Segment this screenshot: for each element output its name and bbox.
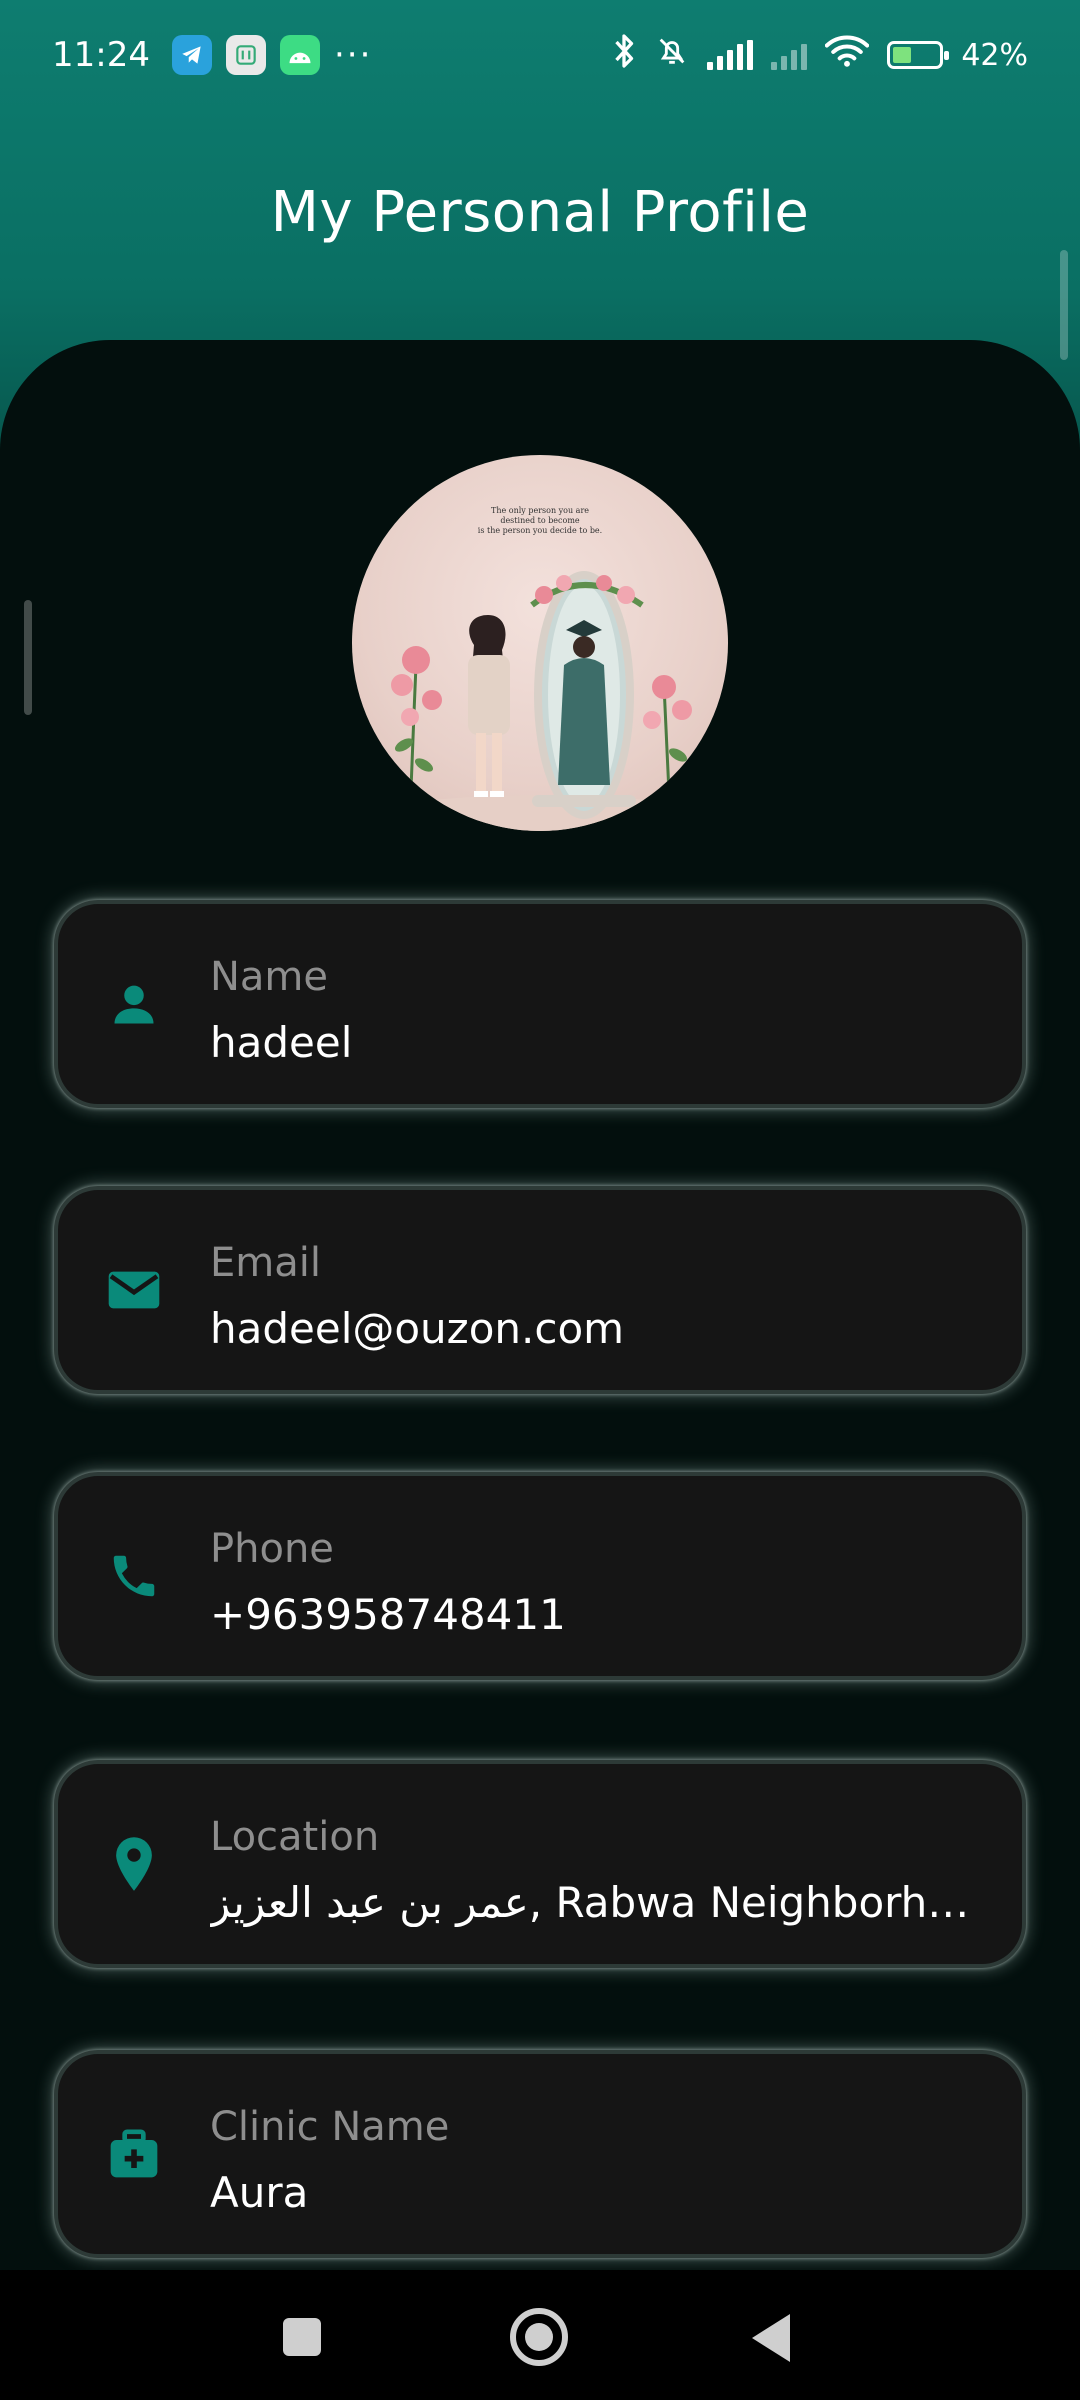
more-dots-icon: ··· <box>333 35 373 75</box>
email-field-card[interactable]: Email hadeel@ouzon.com <box>54 1186 1026 1394</box>
avatar-caption-2: destined to become <box>500 516 580 525</box>
flowers-right <box>643 675 692 816</box>
wifi-icon <box>825 34 870 77</box>
clinic-name-field-card[interactable]: Clinic Name Aura <box>54 2050 1026 2258</box>
clinic-name-label: Clinic Name <box>210 2104 450 2150</box>
bell-off-icon <box>655 33 689 78</box>
medical-bag-icon <box>104 2124 164 2184</box>
battery-level-fill <box>893 47 912 63</box>
avatar-illustration: The only person you are destined to beco… <box>352 506 728 831</box>
name-value: hadeel <box>210 1018 353 1067</box>
phone-value: +963958748411 <box>210 1590 566 1639</box>
clinic-name-value: Aura <box>210 2168 309 2217</box>
location-field-card[interactable]: Location عمر بن عبد العزيز, Rabwa Neighb… <box>54 1760 1026 1968</box>
home-icon[interactable] <box>510 2308 568 2366</box>
battery-charging-icon <box>887 41 950 69</box>
girl-figure <box>468 615 510 797</box>
phone-label: Phone <box>210 1526 334 1572</box>
avatar-caption-3: is the person you decide to be. <box>478 526 602 535</box>
location-value: عمر بن عبد العزيز, Rabwa Neighborhood, D… <box>210 1878 990 1927</box>
drag-handle[interactable] <box>24 600 32 715</box>
avatar[interactable]: The only person you are destined to beco… <box>352 455 728 831</box>
mail-icon <box>104 1260 164 1320</box>
email-value: hadeel@ouzon.com <box>210 1304 625 1353</box>
back-icon[interactable] <box>752 2314 790 2362</box>
location-pin-icon <box>104 1834 164 1894</box>
profile-panel: The only person you are destined to beco… <box>0 340 1080 2270</box>
telegram-icon <box>171 35 212 75</box>
status-right: 42% <box>611 33 1028 78</box>
flowers-left <box>391 646 442 816</box>
bluetooth-icon <box>611 33 637 78</box>
avatar-caption-1: The only person you are <box>491 506 589 515</box>
status-bar: 11:24 ··· 42% <box>0 0 1080 110</box>
person-icon <box>104 974 164 1034</box>
page-title: My Personal Profile <box>270 180 810 245</box>
signal-weak-icon <box>771 40 808 70</box>
system-nav-bar <box>0 2270 1080 2400</box>
phone-field-card[interactable]: Phone +963958748411 <box>54 1472 1026 1680</box>
status-left: 11:24 ··· <box>52 35 372 75</box>
grid-app-icon <box>225 35 266 75</box>
mirror <box>532 571 636 819</box>
recent-apps-icon[interactable] <box>283 2318 321 2356</box>
name-label: Name <box>210 954 329 1000</box>
phone-icon <box>104 1546 164 1606</box>
email-label: Email <box>210 1240 321 1286</box>
name-field-card[interactable]: Name hadeel <box>54 900 1026 1108</box>
battery-percent: 42% <box>961 37 1028 73</box>
location-label: Location <box>210 1814 380 1860</box>
signal-icon <box>707 40 754 70</box>
status-time: 11:24 <box>52 35 150 75</box>
scrollbar[interactable] <box>1060 250 1068 360</box>
screen: 11:24 ··· 42% My Personal Profile The on… <box>0 0 1080 2400</box>
android-icon <box>279 35 320 75</box>
